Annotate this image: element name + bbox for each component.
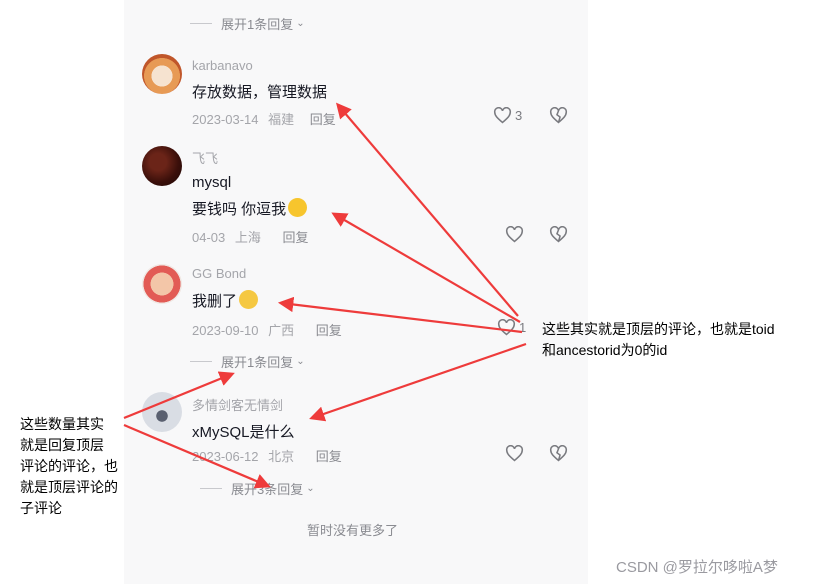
arrow-to-comment-1 — [336, 102, 519, 317]
annotation-left: 这些数量其实 就是回复顶层 评论的评论，也 就是顶层评论的 子评论 — [20, 416, 118, 516]
watermark: CSDN @罗拉尔哆啦A梦 — [616, 559, 778, 576]
arrow-to-comment-2 — [331, 212, 521, 323]
annotation-arrows — [123, 102, 527, 489]
annotation-right: 这些其实就是顶层的评论，也就是toid 和ancestorid为0的id — [542, 321, 775, 358]
arrow-to-comment-4 — [309, 342, 527, 422]
arrow-to-expand-middle — [123, 371, 235, 420]
arrow-to-comment-3 — [277, 296, 523, 334]
arrow-to-expand-bottom — [123, 423, 271, 489]
